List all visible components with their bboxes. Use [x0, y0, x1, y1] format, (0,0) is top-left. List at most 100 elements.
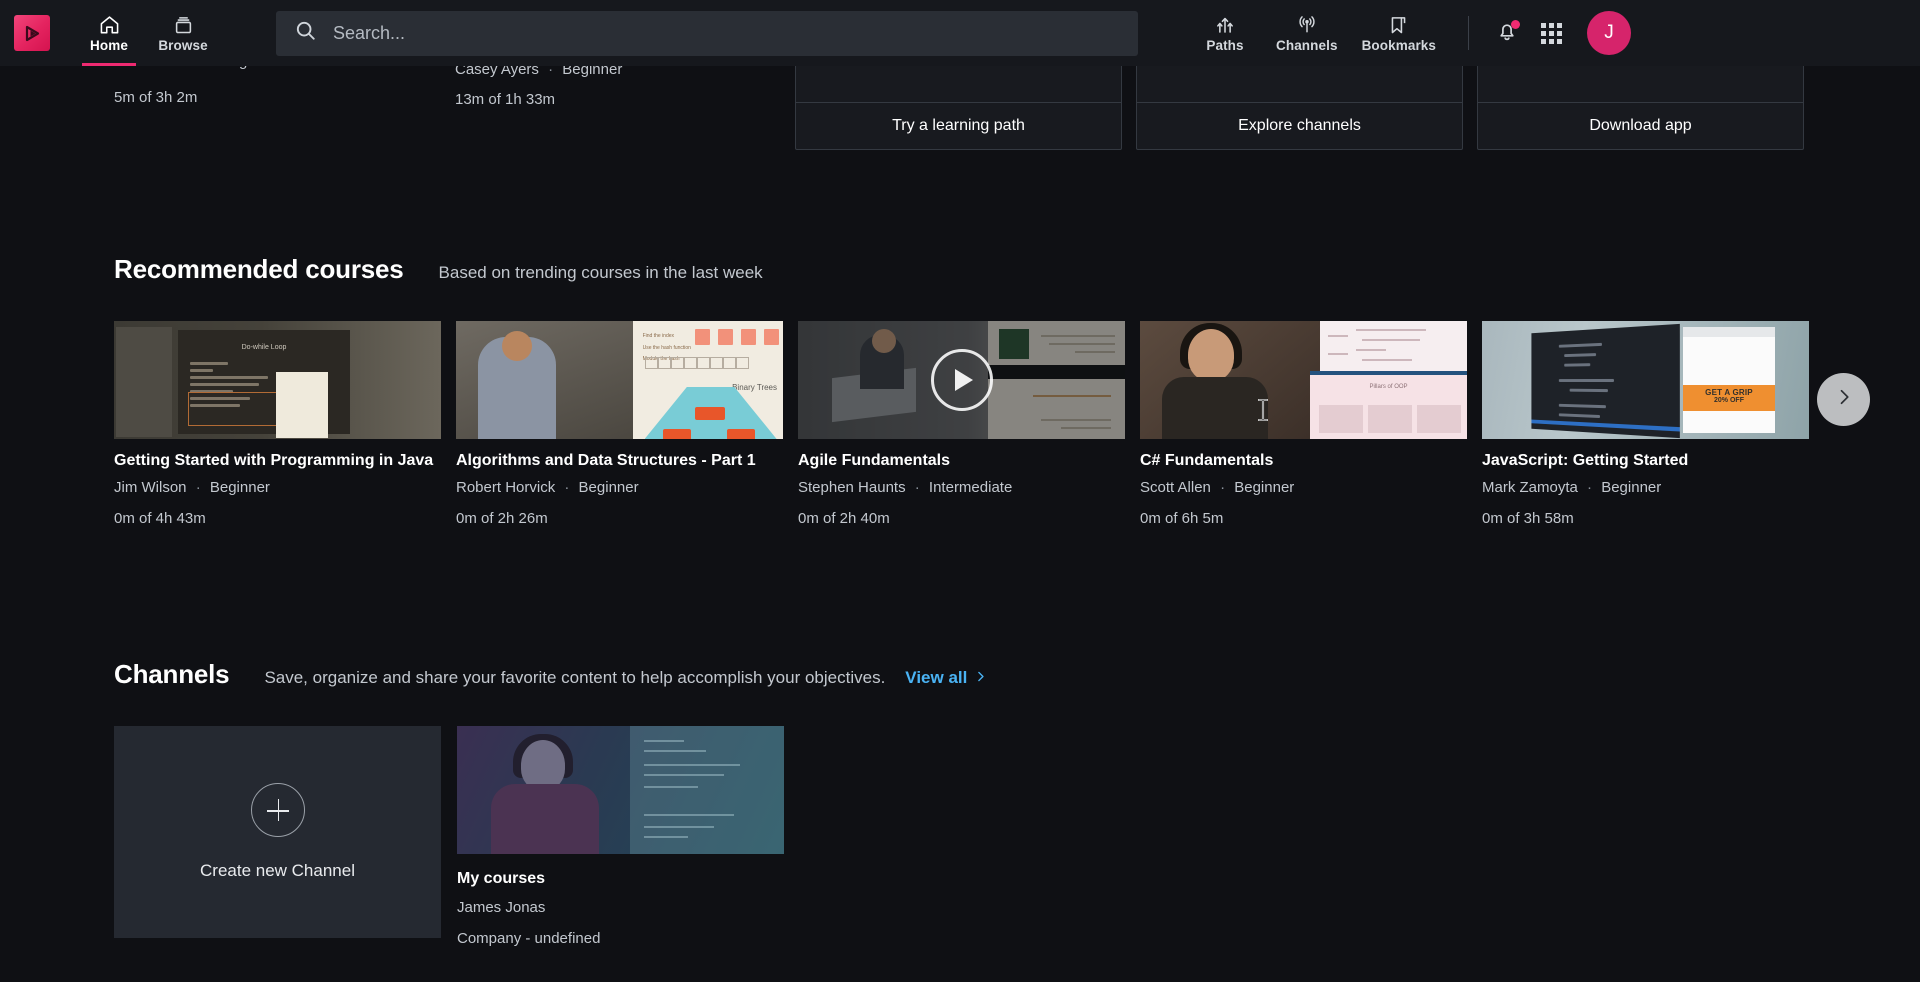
- primary-nav: Home Browse: [72, 0, 220, 66]
- thumbnail-caption: Binary Trees: [732, 383, 777, 392]
- channel-thumbnail-art: [457, 726, 784, 854]
- course-author: Jim Wilson: [114, 479, 187, 496]
- course-meta: Scott Allen · Beginner: [1140, 479, 1467, 496]
- course-progress: 0m of 6h 5m: [1140, 510, 1224, 527]
- promo-card-app[interactable]: Download app: [1477, 66, 1804, 150]
- clipped-course-2-progress: 13m of 1h 33m: [455, 91, 556, 108]
- clipped-course-card-2[interactable]: and the IIBA-AAC Certification Casey Aye…: [455, 66, 686, 108]
- notifications-button[interactable]: [1485, 11, 1529, 55]
- course-level: Beginner: [209, 479, 270, 496]
- channel-name[interactable]: My courses: [457, 870, 784, 888]
- course-meta: Mark Zamoyta · Beginner: [1482, 479, 1809, 496]
- clipped-course-1-meta: Brice Wilson · Beginner: [114, 66, 281, 70]
- promo-card-channels[interactable]: Explore channels: [1136, 66, 1463, 150]
- course-level: Beginner: [1234, 479, 1295, 496]
- create-new-channel-label: Create new Channel: [200, 861, 355, 880]
- course-thumbnail-art: Find the index Use the hash function Modul…: [456, 321, 783, 439]
- search-bar[interactable]: [276, 10, 1138, 56]
- recommended-courses-header: Recommended courses Based on trending co…: [0, 254, 1920, 285]
- bookmarks-icon: [1387, 14, 1410, 36]
- nav-item-bookmarks-label: Bookmarks: [1361, 37, 1437, 53]
- channel-thumbnail[interactable]: [457, 726, 784, 854]
- avatar-initial: J: [1604, 22, 1614, 43]
- course-author: Robert Horvick: [456, 479, 556, 496]
- separator-dot: ·: [914, 479, 920, 496]
- course-title[interactable]: Getting Started with Programming in Java: [114, 452, 441, 470]
- course-title[interactable]: JavaScript: Getting Started: [1482, 452, 1809, 470]
- clipped-course-2-level: Beginner: [562, 66, 623, 78]
- separator-dot: ·: [202, 66, 217, 70]
- course-card[interactable]: GET A GRIP 20% OFF JavaScript: Getting S…: [1482, 321, 1809, 527]
- nav-item-home-label: Home: [90, 37, 128, 53]
- nav-item-browse-label: Browse: [158, 37, 208, 53]
- course-thumbnail-art: Do-while Loop: [114, 321, 441, 439]
- separator-dot: ·: [564, 479, 570, 496]
- nav-item-paths-label: Paths: [1206, 37, 1244, 53]
- course-card-list: Do-while Loop Getting Started with Progr…: [0, 321, 1920, 527]
- course-card[interactable]: Find the index Use the hash function Modul…: [456, 321, 783, 527]
- separator-dot: ·: [1587, 479, 1593, 496]
- course-progress: 0m of 2h 26m: [456, 510, 548, 527]
- thumbnail-caption-2: 20% OFF: [1714, 397, 1744, 404]
- notification-badge: [1511, 20, 1521, 29]
- search-icon: [294, 19, 317, 47]
- channel-card[interactable]: My courses James Jonas Company - undefin…: [457, 726, 784, 947]
- course-author: Stephen Haunts: [798, 479, 906, 496]
- nav-item-home[interactable]: Home: [72, 0, 146, 66]
- download-app-button[interactable]: Download app: [1478, 102, 1803, 149]
- channel-card-list: Create new Channel My courses James Jona…: [0, 726, 1920, 947]
- thumbnail-caption: Do-while Loop: [241, 344, 287, 351]
- grid-apps-icon: [1540, 22, 1562, 44]
- play-icon[interactable]: [930, 349, 993, 411]
- view-all-label: View all: [905, 668, 968, 687]
- course-thumbnail[interactable]: Pillars of OOP: [1140, 321, 1467, 439]
- course-author: Scott Allen: [1140, 479, 1211, 496]
- search-input[interactable]: [333, 22, 1120, 44]
- course-title[interactable]: C# Fundamentals: [1140, 452, 1467, 470]
- page-section-title-recommended: Recommended courses: [114, 254, 404, 284]
- nav-item-bookmarks[interactable]: Bookmarks: [1352, 0, 1446, 66]
- avatar[interactable]: J: [1587, 11, 1632, 55]
- pluralsight-logo-icon[interactable]: [14, 15, 50, 51]
- clipped-course-1-level: Beginner: [221, 66, 281, 70]
- apps-button[interactable]: [1529, 11, 1573, 55]
- view-all-channels-link[interactable]: View all: [905, 668, 987, 688]
- course-thumbnail[interactable]: Do-while Loop: [114, 321, 441, 439]
- course-title[interactable]: Agile Fundamentals: [798, 452, 1125, 470]
- course-card[interactable]: Pillars of OOP C# Fundamentals Scott All…: [1140, 321, 1467, 527]
- course-level: Beginner: [578, 479, 639, 496]
- separator-dot: ·: [1220, 479, 1226, 496]
- course-card[interactable]: Agile Fundamentals Stephen Haunts · Inte…: [798, 321, 1125, 527]
- course-progress: 0m of 2h 40m: [798, 510, 890, 527]
- nav-item-channels[interactable]: Channels: [1266, 0, 1348, 66]
- course-thumbnail[interactable]: Find the index Use the hash function Modul…: [456, 321, 783, 439]
- clipped-course-1-progress: 5m of 3h 2m: [114, 89, 198, 106]
- nav-item-channels-label: Channels: [1276, 37, 1338, 53]
- nav-item-browse[interactable]: Browse: [146, 0, 220, 66]
- course-thumbnail[interactable]: GET A GRIP 20% OFF: [1482, 321, 1809, 439]
- play-overlay[interactable]: [798, 321, 1125, 439]
- try-learning-path-button[interactable]: Try a learning path: [796, 102, 1121, 149]
- promo-card-learning-path[interactable]: Try a learning path: [795, 66, 1122, 150]
- course-author: Mark Zamoyta: [1482, 479, 1578, 496]
- create-new-channel-tile[interactable]: Create new Channel: [114, 726, 441, 938]
- explore-channels-button[interactable]: Explore channels: [1137, 102, 1462, 149]
- course-thumbnail[interactable]: [798, 321, 1125, 439]
- course-card[interactable]: Do-while Loop Getting Started with Progr…: [114, 321, 441, 527]
- channel-company: Company - undefined: [457, 930, 601, 947]
- course-level: Beginner: [1601, 479, 1662, 496]
- home-icon: [98, 14, 121, 36]
- course-title[interactable]: Algorithms and Data Structures - Part 1: [456, 452, 783, 470]
- page-content: Brice Wilson · Beginner 5m of 3h 2m and …: [0, 66, 1920, 947]
- recommended-subtitle: Based on trending courses in the last we…: [438, 263, 763, 282]
- recommended-courses-carousel: Do-while Loop Getting Started with Progr…: [0, 321, 1920, 536]
- chevron-right-icon: [974, 668, 987, 688]
- separator-dot: ·: [195, 479, 201, 496]
- course-meta: Robert Horvick · Beginner: [456, 479, 783, 496]
- carousel-next-button[interactable]: [1817, 373, 1870, 426]
- nav-item-paths[interactable]: Paths: [1188, 0, 1262, 66]
- top-navigation-bar: Home Browse Search... Paths Channels Boo…: [0, 0, 1920, 66]
- clipped-course-card-1[interactable]: Brice Wilson · Beginner 5m of 3h 2m: [114, 66, 281, 106]
- separator-dot: ·: [548, 66, 554, 78]
- course-progress: 0m of 4h 43m: [114, 510, 206, 527]
